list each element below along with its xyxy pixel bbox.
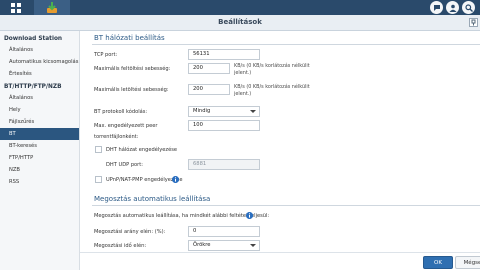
bt-protocol-encryption-label: BT protokoll kódolás: xyxy=(94,109,148,115)
search-icon[interactable] xyxy=(462,1,475,14)
info-icon[interactable] xyxy=(246,212,253,219)
max-upload-speed-label: Maximális feltöltési sebesség: xyxy=(94,66,171,72)
sidebar-item-notification[interactable]: Értesítés xyxy=(0,68,79,80)
bt-protocol-encryption-select[interactable]: Mindig xyxy=(188,106,260,117)
upload-speed-hint: KB/s (0 KB/s korlátozás nélkülit jelent.… xyxy=(234,63,310,76)
pin-icon[interactable] xyxy=(469,18,478,27)
download-speed-hint: KB/s (0 KB/s korlátozás nélkülit jelent.… xyxy=(234,84,310,97)
sidebar-item-bt[interactable]: BT xyxy=(0,128,79,140)
share-time-value: Örökre xyxy=(193,242,211,248)
share-time-select[interactable]: Örökre xyxy=(188,240,260,251)
sidebar-item-file-filter[interactable]: Fájlszűrés xyxy=(0,116,79,128)
sidebar-item-auto-extract[interactable]: Automatikus kicsomagolás xyxy=(0,56,79,68)
upnp-enable-checkbox[interactable] xyxy=(95,176,102,183)
window-title: Beállítások xyxy=(218,18,262,26)
sidebar-item-bt-general[interactable]: Általános xyxy=(0,92,79,104)
main-menu-grid-icon[interactable] xyxy=(0,0,31,15)
user-icon[interactable] xyxy=(446,1,459,14)
max-upload-speed-input[interactable]: 200 xyxy=(188,63,230,74)
dht-udp-port-input[interactable]: 6881 xyxy=(188,159,260,170)
info-icon[interactable] xyxy=(172,176,179,183)
dht-enable-label: DHT hálózat engedélyezése xyxy=(106,147,178,153)
sidebar-item-location[interactable]: Hely xyxy=(0,104,79,116)
chevron-down-icon xyxy=(250,110,256,113)
chevron-down-icon xyxy=(250,244,256,247)
max-download-speed-input[interactable]: 200 xyxy=(188,84,230,95)
bt-network-section-title: BT hálózati beállítás xyxy=(94,34,165,42)
max-peers-label: Max. engedélyezett peer xyxy=(94,123,158,129)
share-auto-stop-section-title: Megosztás automatikus leállítása xyxy=(94,195,211,203)
sidebar-item-nzb[interactable]: NZB xyxy=(0,164,79,176)
max-download-speed-label: Maximális letöltési sebesség: xyxy=(94,87,169,93)
dht-enable-checkbox[interactable] xyxy=(95,146,102,153)
sidebar-item-bt-search[interactable]: BT-keresés xyxy=(0,140,79,152)
sidebar-header-bt-http-ftp-nzb: BT/HTTP/FTP/NZB xyxy=(4,84,62,90)
section-divider xyxy=(92,205,480,206)
tcp-port-input[interactable]: 56131 xyxy=(188,49,260,60)
section-divider xyxy=(92,44,480,45)
share-time-label: Megosztási idő elérı: xyxy=(94,243,147,249)
dht-udp-port-label: DHT UDP port: xyxy=(106,162,143,168)
cancel-button[interactable]: Mégse xyxy=(455,256,480,269)
bt-protocol-encryption-value: Mindig xyxy=(193,108,211,114)
per-torrent-label: torrentfájlonként: xyxy=(94,134,139,140)
share-auto-stop-description: Megosztás automatikus leállítása, ha min… xyxy=(94,213,270,219)
download-station-app-icon[interactable] xyxy=(34,0,70,15)
tcp-port-label: TCP port: xyxy=(94,52,118,58)
window-titlebar: Beállítások xyxy=(0,15,480,31)
sidebar-item-ftp-http[interactable]: FTP/HTTP xyxy=(0,152,79,164)
ok-button[interactable]: OK xyxy=(423,256,453,269)
taskbar xyxy=(0,0,480,15)
settings-sidebar: Download Station Általános Automatikus k… xyxy=(0,31,80,270)
sidebar-item-general[interactable]: Általános xyxy=(0,44,79,56)
settings-panel: BT hálózati beállítás TCP port: 56131 Ma… xyxy=(84,31,480,270)
max-peers-input[interactable]: 100 xyxy=(188,120,260,131)
chat-icon[interactable] xyxy=(430,1,443,14)
share-ratio-input[interactable]: 0 xyxy=(188,226,260,237)
share-ratio-label: Megosztási arány elérı: (%): xyxy=(94,229,166,235)
sidebar-header-download-station: Download Station xyxy=(4,36,63,42)
sidebar-item-rss[interactable]: RSS xyxy=(0,176,79,188)
dialog-footer: OK Mégse xyxy=(80,252,480,270)
